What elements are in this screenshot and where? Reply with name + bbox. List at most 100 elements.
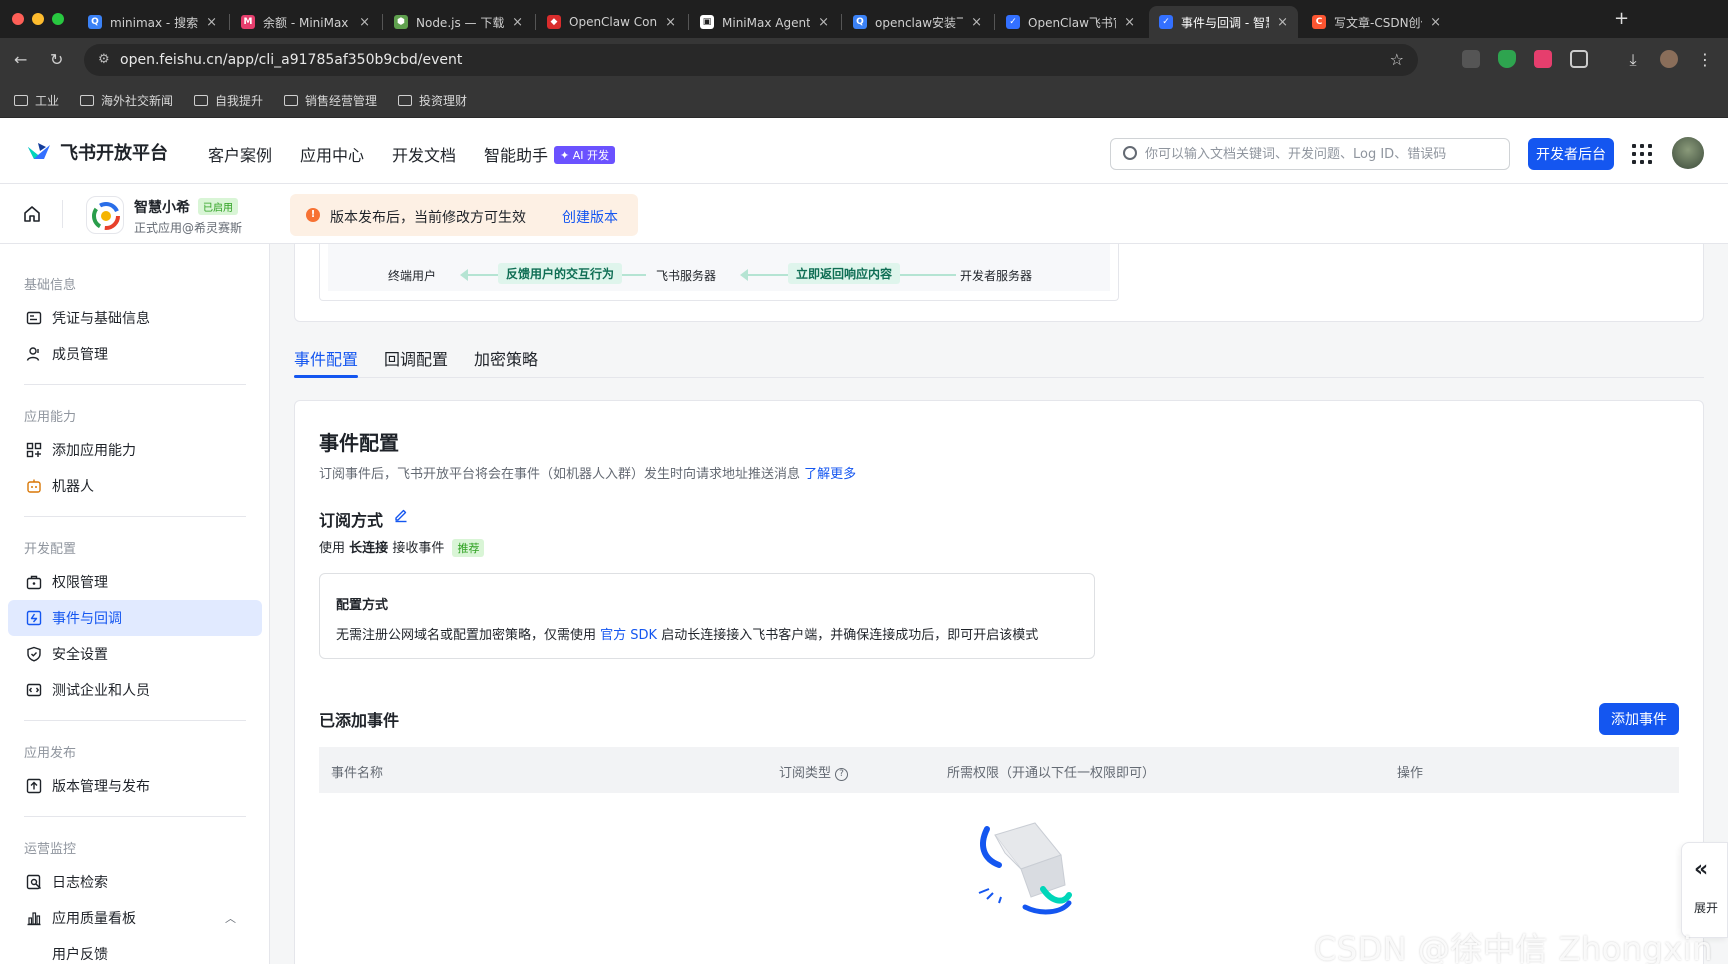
browser-tab[interactable]: Qopenclaw安装飞书 × bbox=[843, 6, 992, 38]
event-config-card: 事件配置 订阅事件后，飞书开放平台将会在事件（如机器人入群）发生时向请求地址推送… bbox=[294, 400, 1704, 964]
column-header-event-name[interactable]: 事件名称 bbox=[331, 762, 383, 781]
site-info-icon[interactable]: ⚙ bbox=[98, 52, 110, 67]
download-icon[interactable]: ⤓ bbox=[1624, 50, 1642, 69]
watermark: CSDN @徐中信 Zhongxin Xu bbox=[1314, 930, 1714, 964]
config-desc-post: 启动长连接接入飞书客户端，并确保连接成功后，即可开启该模式 bbox=[661, 628, 1039, 643]
sidebar-item-test-tenants[interactable]: 测试企业和人员 bbox=[8, 672, 262, 708]
column-header-sub-type[interactable]: 订阅类型? bbox=[779, 762, 849, 781]
tab-title: 余额 - MiniMax 开 bbox=[263, 15, 351, 30]
nav-dev-docs[interactable]: 开发文档 bbox=[392, 142, 456, 166]
close-tab-icon[interactable]: × bbox=[971, 15, 982, 30]
tab-title: 写文章-CSDN创作 bbox=[1334, 15, 1422, 30]
add-event-button[interactable]: 添加事件 bbox=[1599, 703, 1679, 735]
sidebar-item-versions[interactable]: 版本管理与发布 bbox=[8, 768, 262, 804]
learn-more-link[interactable]: 了解更多 bbox=[804, 467, 856, 482]
sidebar-item-robot[interactable]: 机器人 bbox=[8, 468, 262, 504]
close-tab-icon[interactable]: × bbox=[206, 15, 217, 30]
close-tab-icon[interactable]: × bbox=[1124, 15, 1135, 30]
close-tab-icon[interactable]: × bbox=[1277, 15, 1288, 30]
nav-assistant-label: 智能助手 bbox=[484, 146, 549, 165]
tab-favicon-icon: M bbox=[241, 15, 255, 29]
nav-customer-cases[interactable]: 客户案例 bbox=[208, 142, 272, 166]
bookmark-folder[interactable]: 投资理财 bbox=[398, 92, 467, 109]
sidebar-item-events-callbacks[interactable]: 事件与回调 bbox=[8, 600, 262, 636]
page-tabs: 事件配置 回调配置 加密策略 bbox=[294, 338, 1704, 378]
browser-tab[interactable]: ⬢ Node.js — 下载 N × bbox=[384, 6, 533, 38]
help-icon[interactable]: ? bbox=[835, 768, 849, 781]
bookmark-folder[interactable]: 自我提升 bbox=[194, 92, 263, 109]
sidebar-item-members[interactable]: 成员管理 bbox=[8, 336, 262, 372]
home-icon[interactable] bbox=[22, 204, 42, 224]
close-tab-icon[interactable]: × bbox=[1430, 15, 1441, 30]
developer-console-button[interactable]: 开发者后台 bbox=[1528, 138, 1614, 170]
nav-assistant[interactable]: 智能助手 ✦ AI 开发 bbox=[484, 142, 615, 166]
sidebar-group-title: 基础信息 bbox=[24, 278, 77, 293]
translate-extension-icon[interactable] bbox=[1534, 50, 1552, 68]
config-desc-pre: 无需注册公网域名或配置加密策略，仅需使用 bbox=[336, 628, 597, 643]
sidebar-item-label: 事件与回调 bbox=[52, 611, 122, 627]
sidebar-item-add-capability[interactable]: 添加应用能力 bbox=[8, 432, 262, 468]
tab-title: OpenClaw Contr bbox=[569, 15, 658, 29]
create-version-link[interactable]: 创建版本 bbox=[562, 207, 618, 227]
sidebar-item-permissions[interactable]: 权限管理 bbox=[8, 564, 262, 600]
column-header-actions[interactable]: 操作 bbox=[1397, 762, 1423, 781]
folder-icon bbox=[284, 95, 298, 106]
flow-diagram: 终端用户 反馈用户的交互行为 飞书服务器 立即返回响应内容 开发者服务器 bbox=[319, 244, 1119, 301]
browser-tab-bar: Qminimax - 搜索 × M 余额 - MiniMax 开 × ⬢ Node.js —… bbox=[0, 0, 1728, 38]
bookmark-folder[interactable]: 销售经营管理 bbox=[284, 92, 377, 109]
browser-tab[interactable]: ◆ OpenClaw Contr × bbox=[537, 6, 686, 38]
reload-icon[interactable]: ↻ bbox=[50, 50, 63, 69]
chevron-up-icon[interactable]: ︿ bbox=[225, 910, 236, 926]
sidebar-item-security[interactable]: 安全设置 bbox=[8, 636, 262, 672]
puzzle-extension-icon[interactable] bbox=[1570, 50, 1588, 68]
close-tab-icon[interactable]: × bbox=[512, 15, 523, 30]
column-header-permissions[interactable]: 所需权限（开通以下任一权限即可） bbox=[947, 762, 1155, 781]
edit-icon[interactable] bbox=[393, 507, 409, 523]
sidebar-item-label: 安全设置 bbox=[52, 647, 108, 663]
browser-tab[interactable]: M 余额 - MiniMax 开 × bbox=[231, 6, 380, 38]
close-window-button[interactable] bbox=[12, 13, 24, 25]
browser-tab[interactable]: C 写文章-CSDN创作 × bbox=[1302, 6, 1451, 38]
extension-icon[interactable] bbox=[1462, 50, 1480, 68]
profile-avatar[interactable] bbox=[1660, 50, 1678, 68]
shield-extension-icon[interactable] bbox=[1498, 50, 1516, 68]
browser-tab[interactable]: ▣ MiniMax Agent: 加 × bbox=[690, 6, 839, 38]
feishu-logo-icon bbox=[28, 143, 50, 159]
sidebar-item-label: 测试企业和人员 bbox=[52, 683, 150, 699]
app-grid-icon[interactable] bbox=[1632, 144, 1652, 164]
tab-separator bbox=[229, 14, 230, 30]
tab-encryption[interactable]: 加密策略 bbox=[474, 346, 538, 370]
url-field[interactable]: ⚙ open.feishu.cn/app/cli_a91785af350b9cb… bbox=[84, 44, 1418, 76]
close-tab-icon[interactable]: × bbox=[359, 15, 370, 30]
close-tab-icon[interactable]: × bbox=[665, 15, 676, 30]
new-tab-button[interactable]: + bbox=[1614, 8, 1629, 29]
browser-tab[interactable]: ✓ 事件与回调 - 智慧 × bbox=[1149, 6, 1298, 38]
search-input[interactable] bbox=[1145, 144, 1495, 164]
minimize-window-button[interactable] bbox=[32, 13, 44, 25]
top-navigation: 飞书开放平台 客户案例 应用中心 开发文档 智能助手 ✦ AI 开发 开发者后台 bbox=[0, 118, 1728, 184]
bookmark-folder[interactable]: 海外社交新闻 bbox=[80, 92, 173, 109]
tab-callback-config[interactable]: 回调配置 bbox=[384, 346, 448, 370]
browser-tab[interactable]: ✓ OpenClaw飞书官 × bbox=[996, 6, 1145, 38]
official-sdk-link[interactable]: 官方 SDK bbox=[600, 628, 657, 643]
recommend-badge: 推荐 bbox=[452, 539, 485, 557]
nav-app-center[interactable]: 应用中心 bbox=[300, 142, 364, 166]
tab-event-config[interactable]: 事件配置 bbox=[294, 346, 358, 370]
brand-logo[interactable]: 飞书开放平台 bbox=[26, 139, 168, 165]
sidebar-item-log-search[interactable]: 日志检索 bbox=[8, 864, 262, 900]
menu-icon[interactable]: ⋮ bbox=[1696, 50, 1714, 69]
close-tab-icon[interactable]: × bbox=[818, 15, 829, 30]
divider bbox=[62, 200, 63, 228]
sidebar-item-feedback[interactable]: 用户反馈 bbox=[8, 936, 262, 964]
sidebar-item-credentials[interactable]: 凭证与基础信息 bbox=[8, 300, 262, 336]
back-icon[interactable]: ← bbox=[14, 50, 27, 69]
sidebar-group-title: 应用发布 bbox=[24, 746, 77, 761]
user-avatar[interactable] bbox=[1672, 137, 1704, 169]
maximize-window-button[interactable] bbox=[52, 13, 64, 25]
doc-search[interactable] bbox=[1110, 138, 1510, 170]
bookmark-folder[interactable]: 工业 bbox=[14, 92, 59, 109]
browser-tab[interactable]: Qminimax - 搜索 × bbox=[78, 6, 227, 38]
section-description: 订阅事件后，飞书开放平台将会在事件（如机器人入群）发生时向请求地址推送消息 了解… bbox=[319, 463, 856, 482]
bookmark-star-icon[interactable]: ☆ bbox=[1390, 50, 1404, 69]
sidebar-item-quality-dashboard[interactable]: 应用质量看板 ︿ bbox=[8, 900, 262, 936]
